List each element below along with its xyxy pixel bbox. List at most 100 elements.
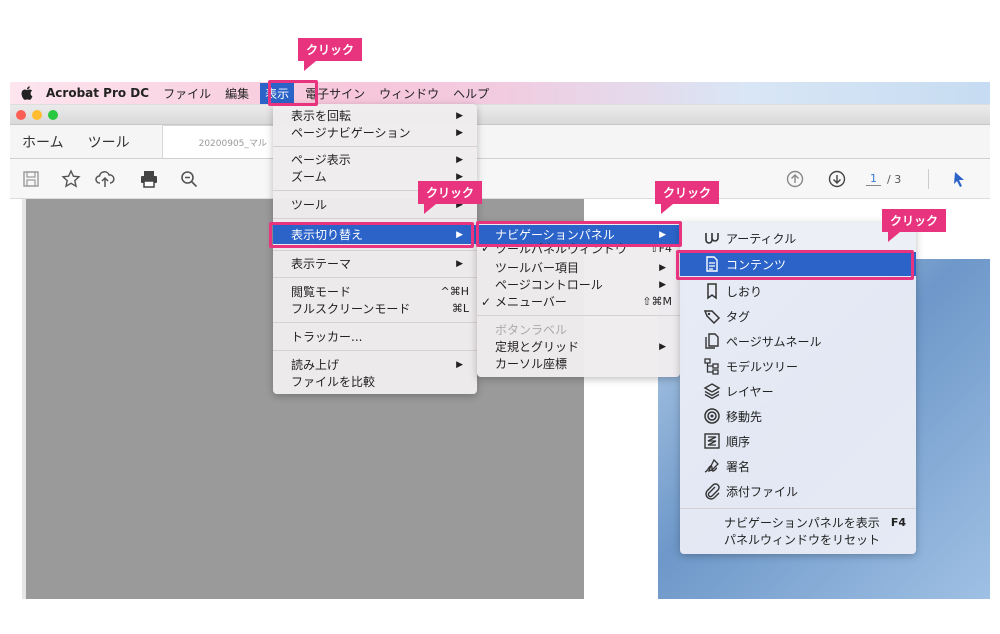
menu-item-label: しおり: [726, 284, 763, 299]
checkmark-icon: ✓: [481, 294, 492, 309]
menu-item-label: 署名: [726, 459, 751, 474]
page-up-icon[interactable]: [784, 168, 806, 190]
menu-item-tracker[interactable]: トラッカー...: [273, 328, 477, 345]
menu-separator: [273, 322, 477, 323]
title-bar: [10, 105, 990, 125]
menu-file[interactable]: ファイル: [163, 85, 211, 102]
menu-bar: Acrobat Pro DC ファイル 編集 表示 電子サイン ウィンドウ ヘル…: [10, 82, 990, 104]
minimize-window-icon[interactable]: [32, 110, 42, 120]
menu-item-show-navigation-pane[interactable]: ナビゲーションパネルを表示 F4: [680, 514, 916, 531]
save-icon[interactable]: [20, 168, 42, 190]
menu-item-label: タグ: [726, 309, 751, 324]
article-icon: [702, 228, 722, 248]
annotation-box-content: [676, 250, 914, 280]
menu-item-label: ページコントロール: [495, 278, 603, 292]
menu-item-label: ページ表示: [291, 153, 351, 167]
menu-help[interactable]: ヘルプ: [453, 85, 489, 102]
layers-icon: [702, 381, 722, 401]
menu-item-label: 順序: [726, 434, 751, 449]
menu-separator: [273, 250, 477, 251]
page-control: 1 / 3: [866, 172, 901, 186]
menu-item-label: レイヤー: [726, 384, 774, 399]
menu-item-reading-mode[interactable]: 閲覧モード ^⌘H: [273, 283, 477, 300]
tab-home[interactable]: ホーム: [10, 132, 76, 152]
menu-item-compare-files[interactable]: ファイルを比較: [273, 373, 477, 390]
menu-item-articles[interactable]: アーティクル: [680, 226, 916, 250]
zoom-window-icon[interactable]: [48, 110, 58, 120]
menu-item-label: カーソル座標: [495, 357, 568, 371]
menu-item-toolbar-items[interactable]: ツールバー項目 ▶: [477, 259, 680, 276]
menu-item-label: ツール: [291, 198, 328, 212]
chevron-right-icon: ▶: [456, 154, 463, 165]
menu-item-label: 読み上げ: [291, 358, 340, 372]
shortcut-label: ⌘L: [451, 302, 469, 315]
menu-item-cursor-coordinates[interactable]: カーソル座標: [477, 355, 680, 372]
apple-icon[interactable]: [16, 82, 38, 104]
menu-item-reset-panel-windows[interactable]: パネルウィンドウをリセット: [680, 531, 916, 548]
menu-item-label: 表示テーマ: [291, 257, 352, 271]
menu-item-destinations[interactable]: 移動先: [680, 404, 916, 428]
star-icon[interactable]: [60, 168, 82, 190]
menu-item-button-labels[interactable]: ボタンラベル: [477, 321, 680, 338]
menu-item-fullscreen[interactable]: フルスクリーンモード ⌘L: [273, 300, 477, 317]
menu-item-read-aloud[interactable]: 読み上げ ▶: [273, 356, 477, 373]
menu-item-page-navigation[interactable]: ページナビゲーション ▶: [273, 124, 477, 141]
menu-item-rulers-grids[interactable]: 定規とグリッド ▶: [477, 338, 680, 355]
menu-item-bookmarks[interactable]: しおり: [680, 279, 916, 303]
chevron-right-icon: ▶: [456, 171, 463, 182]
toolbar: 1 / 3: [10, 159, 990, 199]
page-down-icon[interactable]: [826, 168, 848, 190]
menu-item-label: 添付ファイル: [726, 484, 799, 499]
menu-item-menu-bar[interactable]: ✓ メニューバー ⇧⌘M: [477, 293, 680, 310]
page-number-input[interactable]: 1: [866, 172, 881, 186]
print-icon[interactable]: [138, 168, 160, 190]
menu-item-tags[interactable]: タグ: [680, 304, 916, 328]
menu-edit[interactable]: 編集: [225, 85, 249, 102]
menu-window[interactable]: ウィンドウ: [379, 85, 439, 102]
menu-item-page-controls[interactable]: ページコントロール ▶: [477, 276, 680, 293]
click-callout-2: クリック: [418, 181, 483, 214]
menu-item-label: モデルツリー: [726, 359, 799, 374]
menu-item-label: 表示を回転: [291, 109, 352, 123]
tag-icon: [702, 306, 722, 326]
menu-separator: [273, 277, 477, 278]
chevron-right-icon: ▶: [456, 359, 463, 370]
menu-item-attachments[interactable]: 添付ファイル: [680, 479, 916, 503]
upload-cloud-icon[interactable]: [94, 168, 116, 190]
shortcut-label: ⇧⌘M: [642, 295, 672, 308]
menu-item-label: ページナビゲーション: [291, 126, 411, 140]
menu-item-layers[interactable]: レイヤー: [680, 379, 916, 403]
menu-item-model-tree[interactable]: モデルツリー: [680, 354, 916, 378]
menu-separator: [680, 508, 916, 509]
chevron-right-icon: ▶: [456, 110, 463, 121]
menu-item-order[interactable]: 順序: [680, 429, 916, 453]
zoom-out-icon[interactable]: [178, 168, 200, 190]
menu-item-label: ツールバー項目: [495, 261, 580, 275]
menu-item-signatures[interactable]: 署名: [680, 454, 916, 478]
order-icon: [702, 431, 722, 451]
signature-icon: [702, 456, 722, 476]
view-menu: 表示を回転 ▶ ページナビゲーション ▶ ページ表示 ▶ ズーム ▶ ツール ▶ 表示切り…: [273, 104, 477, 394]
destination-icon: [702, 406, 722, 426]
menu-item-display-theme[interactable]: 表示テーマ ▶: [273, 255, 477, 272]
model-tree-icon: [702, 356, 722, 376]
menu-item-label: ズーム: [291, 170, 327, 184]
menu-item-label: 定規とグリッド: [495, 340, 580, 354]
menu-item-label: メニューバー: [495, 295, 567, 309]
page-thumbnails-icon: [702, 331, 722, 351]
menu-separator: [273, 350, 477, 351]
bookmark-icon: [702, 281, 722, 301]
menu-item-label: ボタンラベル: [495, 323, 568, 337]
close-window-icon[interactable]: [16, 110, 26, 120]
paperclip-icon: [702, 481, 722, 501]
menu-item-page-display[interactable]: ページ表示 ▶: [273, 151, 477, 168]
app-name[interactable]: Acrobat Pro DC: [46, 86, 149, 100]
menu-item-label: ナビゲーションパネルを表示: [724, 516, 880, 530]
select-cursor-icon[interactable]: [948, 168, 970, 190]
annotation-box-show-hide: [269, 222, 474, 248]
chevron-right-icon: ▶: [659, 279, 666, 290]
menu-item-page-thumbnails[interactable]: ページサムネール: [680, 329, 916, 353]
menu-item-rotate[interactable]: 表示を回転 ▶: [273, 107, 477, 124]
tab-tools[interactable]: ツール: [76, 132, 142, 152]
annotation-box-view: [268, 80, 318, 106]
